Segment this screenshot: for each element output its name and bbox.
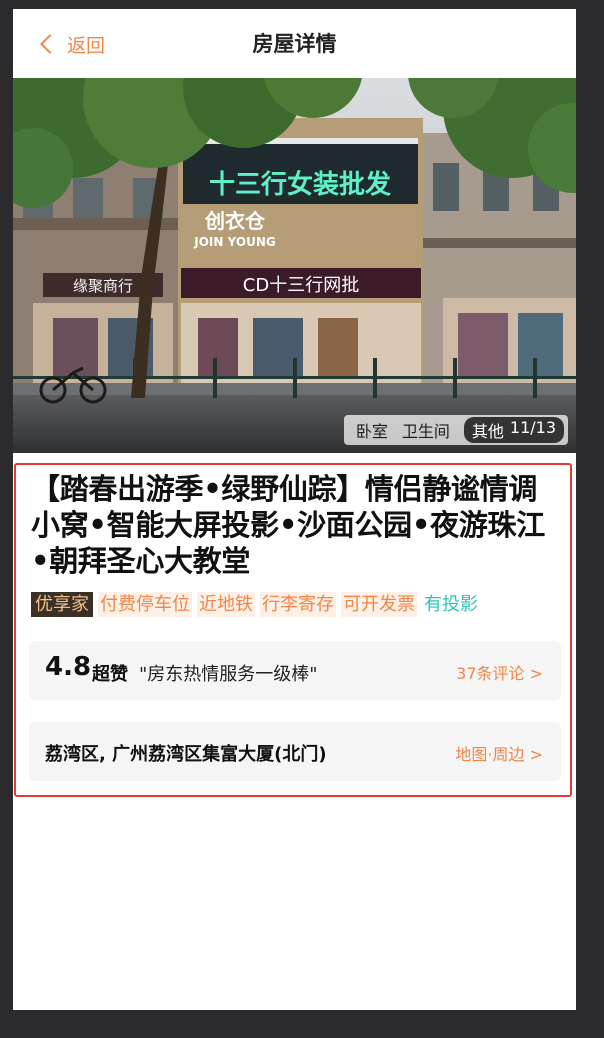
gallery-tab-other-label: 其他 [471,422,504,441]
address-text: 荔湾区, 广州荔湾区集富大厦(北门) [45,744,327,765]
map-link[interactable]: 地图·周边 > [455,741,543,765]
tag-near-metro: 近地铁 [197,592,255,617]
review-quote: "房东热情服务一级棒" [139,664,318,685]
tag-invoice: 可开发票 [341,592,417,617]
nav-bar: 返回 房屋详情 [13,9,576,78]
listing-info-panel: 【踏春出游季•绿野仙踪】情侣静谧情调小窝•智能大屏投影•沙面公园•夜游珠江•朝拜… [14,463,572,797]
storefront-photo: 十三行女装批发 创衣仓 JOIN YOUNG CD十三行网批 缘聚商行 [13,78,576,453]
storefront-sign-lower: CD十三行网批 [243,275,359,296]
review-card[interactable]: 4.8 超赞 "房东热情服务一级棒" 37条评论 > [29,641,561,700]
storefront-sign-main: 十三行女装批发 [209,169,391,200]
storefront-sign-left: 缘聚商行 [73,277,133,295]
tag-premium: 优享家 [31,592,93,617]
feature-tags: 优享家 付费停车位 近地铁 行李寄存 可开发票 有投影 [31,592,480,617]
address-card[interactable]: 荔湾区, 广州荔湾区集富大厦(北门) 地图·周边 > [29,722,561,781]
gallery-counter: 11/13 [509,418,556,437]
tag-paid-parking: 付费停车位 [98,592,192,617]
page-title: 房屋详情 [252,32,337,56]
tag-luggage-storage: 行李寄存 [260,592,336,617]
phone-screen: 返回 房屋详情 十三行女装批发 创衣仓 JOIN YOUNG CD十三行网批 缘… [13,9,576,1010]
gallery-tab-other[interactable]: 其他 11/13 [463,417,564,443]
gallery-tab-bedroom[interactable]: 卧室 [356,418,388,442]
listing-title: 【踏春出游季•绿野仙踪】情侣静谧情调小窝•智能大屏投影•沙面公园•夜游珠江•朝拜… [31,472,545,578]
storefront-sign-brand-en: JOIN YOUNG [193,235,275,249]
reviews-link[interactable]: 37条评论 > [456,660,543,684]
rating-level: 超赞 [92,664,128,685]
photo-gallery[interactable]: 十三行女装批发 创衣仓 JOIN YOUNG CD十三行网批 缘聚商行 卧室 卫… [13,78,576,453]
rating-score: 4.8 [45,652,92,682]
gallery-tabs: 卧室 卫生间 其他 11/13 [343,415,568,445]
tag-projector: 有投影 [424,594,478,615]
gallery-tab-bathroom[interactable]: 卫生间 [402,418,450,442]
storefront-sign-brand: 创衣仓 [204,209,266,233]
